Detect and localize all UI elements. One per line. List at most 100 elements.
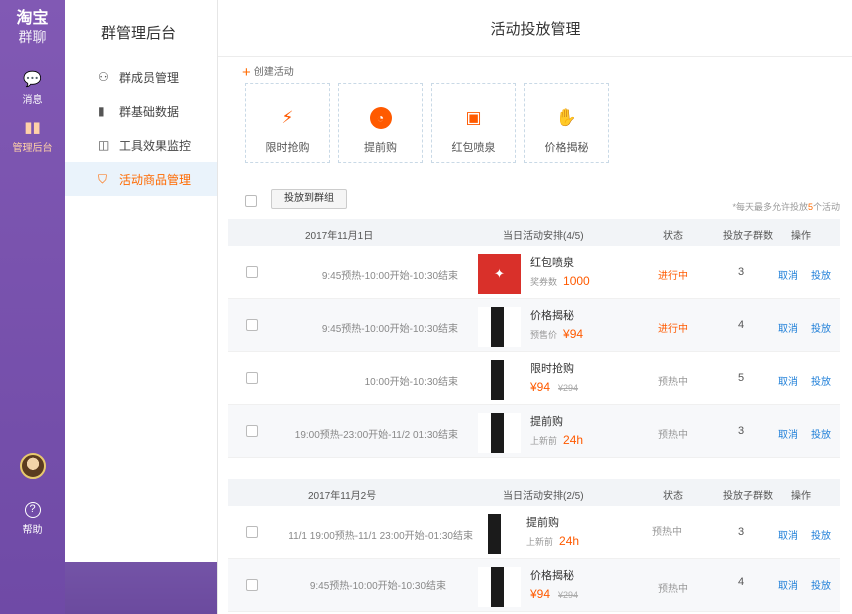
row-sub-label: 上新前 (526, 537, 554, 547)
brand-line1: 淘宝 (16, 10, 49, 27)
product-thumb (478, 360, 521, 400)
col-count: 投放子群数 (723, 231, 773, 242)
card-red-packet[interactable]: ▣ 红包喷泉 (431, 83, 516, 163)
redpacket-icon: ▣ (465, 108, 482, 127)
row-sub: ¥94 ¥294 (530, 587, 578, 601)
schedule-group: 2017年11月2号 当日活动安排(2/5) 状态 投放子群数 操作 11/1 … (228, 479, 840, 612)
product-thumb (478, 307, 521, 347)
deploy-link[interactable]: 投放 (811, 527, 831, 542)
bag-icon: ⛉ (98, 171, 108, 186)
row-time: 11/1 19:00预热-11/1 23:00开始-01:30结束 (288, 531, 473, 542)
cancel-link[interactable]: 取消 (778, 320, 798, 335)
table-row: 19:00预热-23:00开始-11/2 01:30结束 提前购 上新前 24h … (228, 405, 840, 458)
toolbar: 投放到群组 *每天最多允许投放5个活动 (245, 188, 840, 214)
row-count: 4 (738, 319, 745, 331)
create-activity-button[interactable]: + 创建活动 (242, 63, 294, 81)
sidebar-item-data[interactable]: ▮ 群基础数据 (65, 94, 217, 128)
col-status: 状态 (663, 231, 683, 242)
sidebar-title: 群管理后台 (101, 25, 177, 42)
page-title: 活动投放管理 (218, 0, 852, 57)
row-time: 9:45预热-10:00开始-10:30结束 (309, 581, 446, 592)
status-badge: 进行中 (658, 324, 688, 335)
table-row: 9:45预热-10:00开始-10:30结束 价格揭秘 预售价 ¥94 进行中 4… (228, 299, 840, 352)
card-label: 价格揭秘 (544, 142, 589, 154)
col-status: 状态 (663, 491, 683, 502)
sidebar-item-label: 工具效果监控 (119, 138, 192, 153)
cancel-link[interactable]: 取消 (778, 267, 798, 282)
redpacket-thumb: ✦ (478, 254, 521, 294)
group-header: 2017年11月2号 当日活动安排(2/5) 状态 投放子群数 操作 (228, 479, 840, 506)
group-schedule: 当日活动安排(4/5) (503, 231, 584, 242)
row-sub: 上新前 24h (530, 433, 583, 447)
rail-help-label: 帮助 (22, 525, 43, 536)
select-all-checkbox[interactable] (245, 195, 257, 207)
deploy-link[interactable]: 投放 (811, 320, 831, 335)
sidebar-nav: ⚇ 群成员管理 ▮ 群基础数据 ◫ 工具效果监控 ⛉ 活动商品管理 (65, 60, 217, 196)
sidebar-item-products[interactable]: ⛉ 活动商品管理 (65, 162, 217, 196)
sidebar: 群管理后台 ⚇ 群成员管理 ▮ 群基础数据 ◫ 工具效果监控 ⛉ 活动商品管理 (65, 0, 217, 562)
deploy-link[interactable]: 投放 (811, 426, 831, 441)
card-pre-purchase[interactable]: ◔ 提前购 (338, 83, 423, 163)
brand-line2: 群聊 (18, 29, 47, 45)
cancel-link[interactable]: 取消 (778, 426, 798, 441)
card-flash-sale[interactable]: ⚡ 限时抢购 (245, 83, 330, 163)
row-time: 19:00预热-23:00开始-11/2 01:30结束 (294, 430, 458, 441)
cancel-link[interactable]: 取消 (778, 373, 798, 388)
note-prefix: *每天最多允许投放 (732, 202, 808, 212)
card-price-reveal[interactable]: ✋ 价格揭秘 (524, 83, 609, 163)
table-row: 11/1 19:00预热-11/1 23:00开始-01:30结束 提前购 上新… (228, 506, 840, 559)
status-badge: 预热中 (658, 430, 688, 441)
status-badge: 预热中 (658, 584, 688, 595)
row-count: 3 (738, 526, 745, 538)
col-action: 操作 (791, 491, 811, 502)
row-time: 10:00开始-10:30结束 (364, 377, 458, 388)
sidebar-item-monitor[interactable]: ◫ 工具效果监控 (65, 128, 217, 162)
deploy-link[interactable]: 投放 (811, 373, 831, 388)
row-old-price: ¥294 (558, 383, 579, 393)
row-name: 提前购 (530, 416, 563, 428)
row-sub-value: 24h (563, 433, 584, 447)
card-label: 红包喷泉 (451, 142, 496, 154)
bar-chart-icon: ▮▮ (24, 119, 41, 136)
row-name: 限时抢购 (530, 363, 574, 375)
group-header: 2017年11月1日 当日活动安排(4/5) 状态 投放子群数 操作 (228, 219, 840, 246)
avatar[interactable] (20, 453, 46, 479)
row-name: 价格揭秘 (530, 570, 574, 582)
question-icon: ? (24, 502, 41, 518)
card-label: 限时抢购 (265, 142, 310, 154)
rail-item-messages[interactable]: 💬 消息 (0, 71, 65, 107)
row-sub: ¥94 ¥294 (530, 380, 578, 394)
schedule-group: 2017年11月1日 当日活动安排(4/5) 状态 投放子群数 操作 9:45预… (228, 219, 840, 458)
sidebar-item-label: 群成员管理 (119, 70, 180, 85)
status-badge: 进行中 (658, 271, 688, 282)
rail-item-help[interactable]: ? 帮助 (0, 502, 65, 536)
app-rail: 淘宝 群聊 💬 消息 ▮▮ 管理后台 ? 帮助 (0, 0, 65, 614)
rail-item-admin[interactable]: ▮▮ 管理后台 (0, 119, 65, 155)
group-date: 2017年11月1日 (305, 231, 374, 242)
row-old-price: ¥294 (558, 590, 579, 600)
product-thumb (478, 413, 521, 453)
sidebar-item-members[interactable]: ⚇ 群成员管理 (65, 60, 217, 94)
status-badge: 预热中 (652, 527, 682, 538)
table-row: 9:45预热-10:00开始-10:30结束 价格揭秘 ¥94 ¥294 预热中 … (228, 559, 840, 612)
group-schedule: 当日活动安排(2/5) (503, 491, 584, 502)
row-sub-label: 预售价 (530, 330, 558, 340)
cancel-link[interactable]: 取消 (778, 527, 798, 542)
cancel-link[interactable]: 取消 (778, 577, 798, 592)
product-thumb (478, 567, 521, 607)
deploy-to-group-button[interactable]: 投放到群组 (271, 189, 347, 209)
row-sub-value: 24h (559, 534, 580, 548)
app-logo[interactable]: 淘宝 群聊 (0, 10, 65, 46)
row-time: 9:45预热-10:00开始-10:30结束 (321, 271, 458, 282)
limit-note: *每天最多允许投放5个活动 (732, 200, 840, 213)
row-name: 提前购 (526, 517, 559, 529)
row-count: 3 (738, 266, 745, 278)
product-thumb (475, 514, 518, 554)
main-panel: 活动投放管理 + 创建活动 ⚡ 限时抢购 ◔ 提前购 ▣ 红包喷泉 ✋ 价格揭秘 … (217, 0, 852, 614)
row-sub: 奖券数 1000 (530, 274, 590, 288)
deploy-link[interactable]: 投放 (811, 267, 831, 282)
deploy-link[interactable]: 投放 (811, 577, 831, 592)
row-price: ¥94 (530, 587, 551, 601)
group-date: 2017年11月2号 (308, 491, 377, 502)
chat-bubble-icon: 💬 (23, 71, 42, 88)
